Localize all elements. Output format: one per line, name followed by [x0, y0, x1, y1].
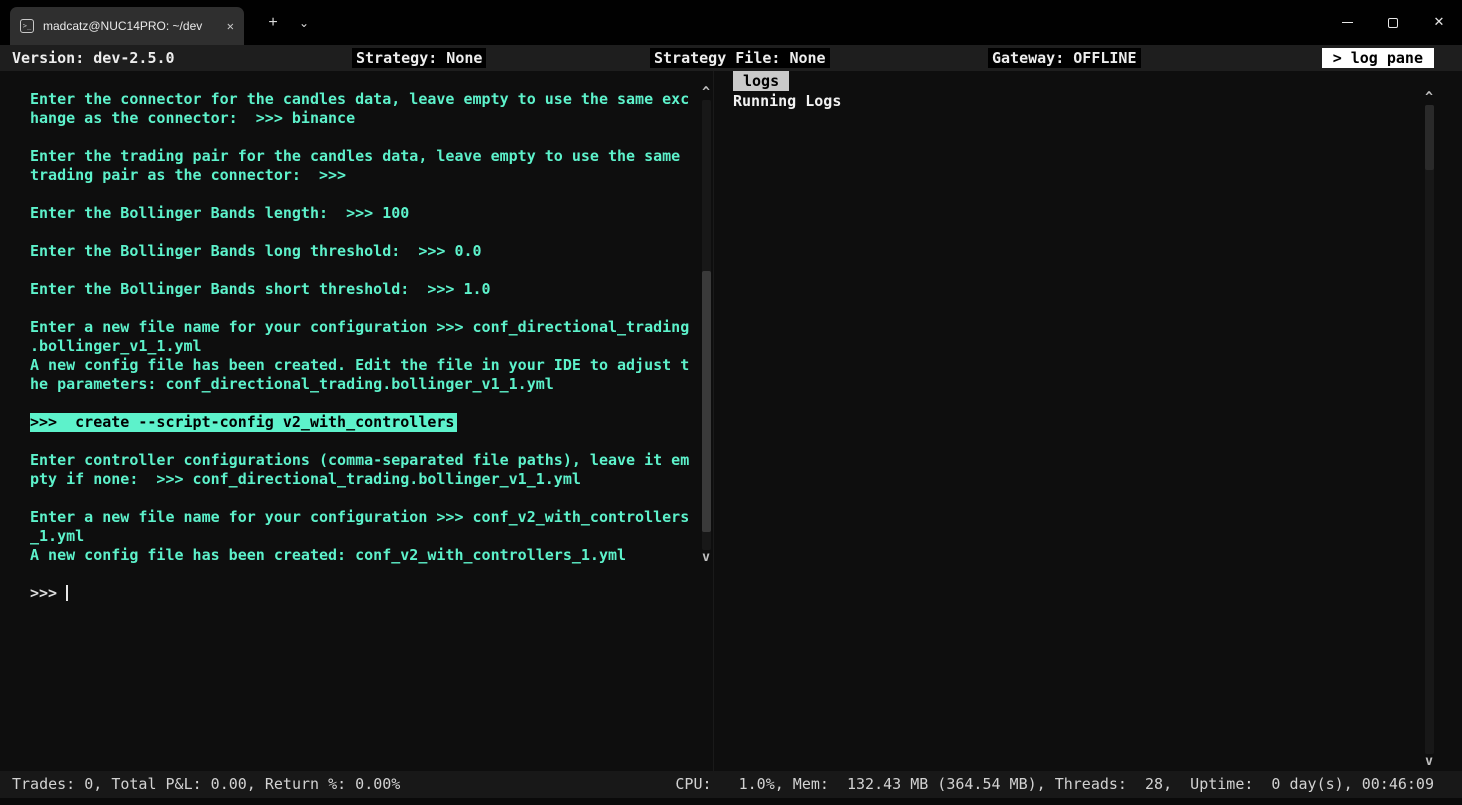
terminal-line	[30, 299, 702, 318]
terminal-line-highlighted: >>> create --script-config v2_with_contr…	[30, 413, 702, 432]
output-scrollbar[interactable]: ^ v	[699, 85, 713, 565]
gateway-status-label: Gateway: OFFLINE	[988, 48, 1141, 68]
log-scrollbar[interactable]: ^ v	[1421, 90, 1437, 769]
strategy-file-label: Strategy File: None	[650, 48, 830, 68]
terminal-line: .bollinger_v1_1.yml	[30, 337, 702, 356]
terminal-line: Enter the Bollinger Bands long threshold…	[30, 242, 702, 261]
system-status: CPU: 1.0%, Mem: 132.43 MB (364.54 MB), T…	[675, 775, 1434, 794]
tab-logs[interactable]: logs	[733, 71, 789, 91]
command-input[interactable]: >>>	[30, 584, 68, 603]
text-cursor	[66, 585, 68, 601]
terminal-line: Enter a new file name for your configura…	[30, 318, 702, 337]
terminal-line: Enter the Bollinger Bands length: >>> 10…	[30, 204, 702, 223]
scrollbar-thumb[interactable]	[1425, 105, 1434, 170]
minimize-button[interactable]	[1324, 0, 1370, 45]
terminal-line: Enter the Bollinger Bands short threshol…	[30, 280, 702, 299]
close-button[interactable]: ✕	[1416, 0, 1462, 45]
version-label: Version: dev-2.5.0	[12, 48, 175, 68]
terminal-line	[30, 394, 702, 413]
terminal-line: Enter the connector for the candles data…	[30, 90, 702, 109]
tab-dropdown-button[interactable]: ⌄	[292, 10, 316, 36]
terminal-line: hange as the connector: >>> binance	[30, 109, 702, 128]
close-icon: ✕	[1434, 15, 1445, 30]
scroll-down-icon[interactable]: v	[1425, 754, 1433, 769]
terminal-line: Enter the trading pair for the candles d…	[30, 147, 702, 166]
title-bar: >_ madcatz@NUC14PRO: ~/dev ✕ + ⌄ ✕	[0, 0, 1462, 45]
log-pane-title: Running Logs	[733, 92, 841, 111]
log-pane-toggle[interactable]: > log pane	[1322, 48, 1434, 68]
terminal-line: Enter a new file name for your configura…	[30, 508, 702, 527]
terminal-line	[30, 432, 702, 451]
tab-title: madcatz@NUC14PRO: ~/dev	[43, 19, 221, 33]
tab-close-icon[interactable]: ✕	[227, 19, 234, 33]
terminal-line	[30, 223, 702, 242]
terminal-line	[30, 128, 702, 147]
terminal-line: pty if none: >>> conf_directional_tradin…	[30, 470, 702, 489]
pane-divider	[713, 71, 714, 771]
strategy-label: Strategy: None	[352, 48, 486, 68]
terminal-line	[30, 261, 702, 280]
main-area: Enter the connector for the candles data…	[0, 71, 1462, 771]
status-bar: Trades: 0, Total P&L: 0.00, Return %: 0.…	[0, 771, 1462, 798]
new-tab-button[interactable]: +	[260, 10, 286, 36]
maximize-button[interactable]	[1370, 0, 1416, 45]
scroll-down-icon[interactable]: v	[702, 550, 710, 565]
terminal-line: trading pair as the connector: >>>	[30, 166, 702, 185]
scrollbar-track[interactable]	[1425, 105, 1434, 754]
header-bar: Version: dev-2.5.0 Strategy: None Strate…	[0, 45, 1462, 71]
terminal-line	[30, 185, 702, 204]
trades-status: Trades: 0, Total P&L: 0.00, Return %: 0.…	[12, 775, 400, 794]
scrollbar-thumb[interactable]	[702, 271, 711, 532]
scrollbar-track[interactable]	[702, 100, 711, 550]
minimize-icon	[1342, 22, 1353, 23]
input-prompt: >>>	[30, 584, 66, 602]
maximize-icon	[1388, 18, 1398, 28]
highlighted-command: >>> create --script-config v2_with_contr…	[30, 413, 457, 432]
terminal-line: Enter controller configurations (comma-s…	[30, 451, 702, 470]
terminal-line: A new config file has been created. Edit…	[30, 356, 702, 375]
terminal-line: _1.yml	[30, 527, 702, 546]
terminal-line: he parameters: conf_directional_trading.…	[30, 375, 702, 394]
scroll-up-icon[interactable]: ^	[1425, 90, 1433, 105]
scroll-up-icon[interactable]: ^	[702, 85, 710, 100]
terminal-output-pane: Enter the connector for the candles data…	[30, 90, 702, 565]
terminal-line	[30, 489, 702, 508]
terminal-tab[interactable]: >_ madcatz@NUC14PRO: ~/dev ✕	[10, 7, 244, 45]
terminal-icon: >_	[20, 19, 34, 33]
terminal-line: A new config file has been created: conf…	[30, 546, 702, 565]
